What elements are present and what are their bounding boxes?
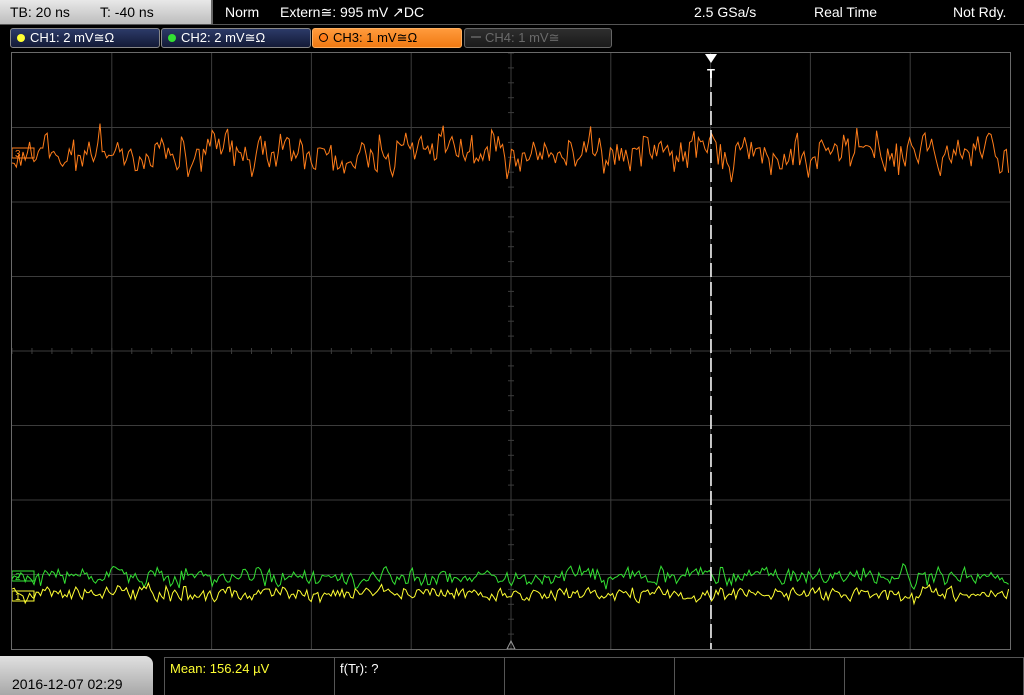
ch3-indicator-icon [319, 33, 328, 42]
measurement-cell-ftr[interactable]: f(Tr): ? [334, 657, 504, 695]
ch2-level-marker[interactable]: 2 [12, 570, 35, 583]
trigger-marker-label: T [707, 66, 715, 81]
acquisition-state: Not Rdy. [953, 4, 1007, 20]
ch1-indicator-icon [17, 34, 25, 42]
timebase-value: TB: 20 ns [10, 4, 70, 20]
ch2-level-marker-label: 2 [15, 572, 21, 583]
ch3-label: CH3: 1 mV≅Ω [333, 30, 418, 45]
trigger-source[interactable]: Extern≅: 995 mV ↗DC [280, 4, 424, 21]
trigger-marker-icon[interactable] [705, 54, 717, 63]
measurement-cell-mean[interactable]: Mean: 156.24 µV [164, 657, 334, 695]
timebase-panel[interactable]: TB: 20 ns T: -40 ns [0, 0, 213, 24]
datetime-value: 2016-12-07 02:29 [12, 676, 123, 692]
ch2-button[interactable]: CH2: 2 mV≅Ω [161, 28, 311, 48]
ch1-button[interactable]: CH1: 2 mV≅Ω [10, 28, 160, 48]
ch1-level-marker-label: 1 [15, 592, 21, 603]
trigger-mode[interactable]: Norm [225, 4, 259, 20]
ch4-indicator-icon [471, 36, 481, 38]
measurement-cell-4[interactable] [674, 657, 844, 695]
ch3-level-marker-label: 3 [15, 149, 21, 160]
ch1-label: CH1: 2 mV≅Ω [30, 30, 115, 45]
ftr-value: f(Tr): ? [340, 661, 379, 676]
acquisition-mode[interactable]: Real Time [814, 4, 877, 20]
ch4-label: CH4: 1 mV≅ [485, 30, 560, 45]
datetime-panel: 2016-12-07 02:29 [0, 656, 153, 695]
ch2-label: CH2: 2 mV≅Ω [181, 30, 266, 45]
ch2-trace [12, 562, 1009, 591]
measurement-cell-3[interactable] [504, 657, 674, 695]
graticule [12, 53, 1010, 649]
ch3-button[interactable]: CH3: 1 mV≅Ω [312, 28, 462, 48]
channel-bar: CH1: 2 mV≅Ω CH2: 2 mV≅Ω CH3: 1 mV≅Ω CH4:… [0, 24, 1024, 50]
ch1-trace [12, 581, 1010, 606]
ch4-button[interactable]: CH4: 1 mV≅ [464, 28, 612, 48]
measurement-bar: 2016-12-07 02:29 Mean: 156.24 µV f(Tr): … [0, 651, 1024, 695]
measurement-cell-5[interactable] [844, 657, 1024, 695]
waveform-canvas: T 3 2 1 [12, 53, 1010, 649]
status-bar: TB: 20 ns T: -40 ns Norm Extern≅: 995 mV… [0, 0, 1024, 24]
ch2-indicator-icon [168, 34, 176, 42]
waveform-display[interactable]: T 3 2 1 [11, 52, 1011, 650]
mean-value: Mean: 156.24 µV [170, 661, 270, 676]
trigger-time-value: T: -40 ns [100, 4, 154, 20]
ch3-trace [12, 123, 1010, 183]
sample-rate: 2.5 GSa/s [694, 4, 757, 20]
